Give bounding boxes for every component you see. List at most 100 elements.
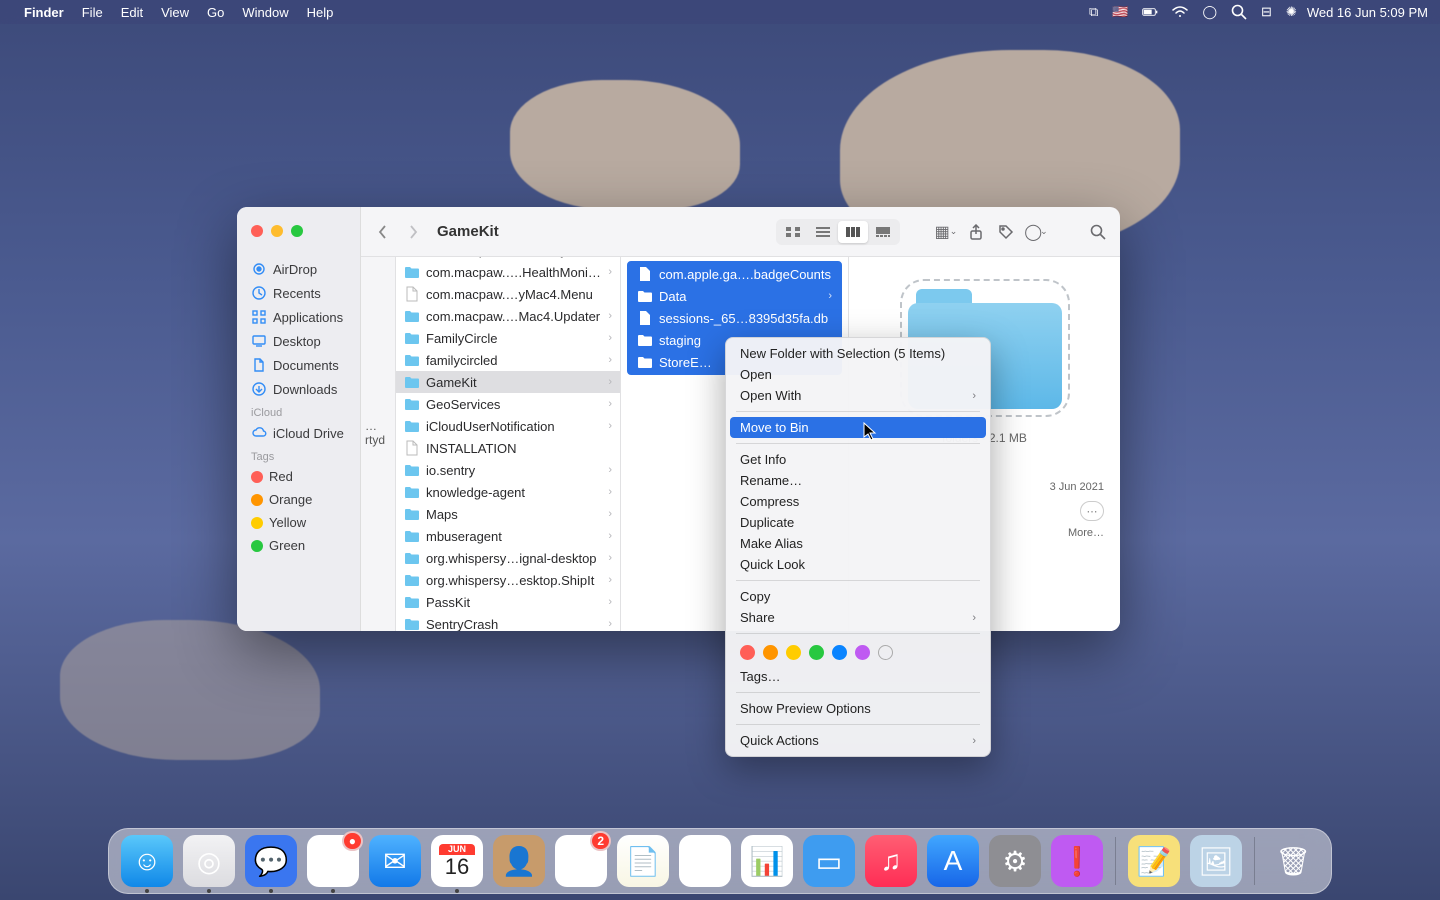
tag-color-dot[interactable] xyxy=(763,645,778,660)
file-row[interactable]: io.sentry› xyxy=(396,459,620,481)
sidebar-item-applications[interactable]: Applications xyxy=(237,305,360,329)
action-button[interactable]: ◯⌄ xyxy=(1024,220,1048,244)
tag-color-dot[interactable] xyxy=(809,645,824,660)
spotlight-icon[interactable] xyxy=(1231,4,1247,20)
sidebar-item-airdrop[interactable]: AirDrop xyxy=(237,257,360,281)
airplay-icon[interactable]: ⧉ xyxy=(1089,4,1098,20)
view-icons-button[interactable] xyxy=(778,221,808,243)
sidebar-tag-orange[interactable]: Orange xyxy=(237,488,360,511)
preview-more-button[interactable]: ⋯ xyxy=(1080,501,1104,521)
file-row[interactable]: mbuseragent› xyxy=(396,525,620,547)
file-row[interactable]: familycircled› xyxy=(396,349,620,371)
menu-item-new-folder-with-selection-5-items[interactable]: New Folder with Selection (5 Items) xyxy=(726,343,990,364)
file-row[interactable]: SentryCrash› xyxy=(396,613,620,631)
view-gallery-button[interactable] xyxy=(868,221,898,243)
menubar-edit[interactable]: Edit xyxy=(121,5,143,20)
menu-item-duplicate[interactable]: Duplicate xyxy=(726,512,990,533)
menu-item-open-with[interactable]: Open With› xyxy=(726,385,990,406)
control-center-icon[interactable]: ⊟ xyxy=(1261,4,1272,20)
preview-more-label[interactable]: More… xyxy=(1068,527,1104,539)
menubar-help[interactable]: Help xyxy=(307,5,334,20)
sidebar-item-documents[interactable]: Documents xyxy=(237,353,360,377)
menu-item-show-preview-options[interactable]: Show Preview Options xyxy=(726,698,990,719)
dock-item-pages[interactable]: ✎ xyxy=(679,835,731,887)
tag-color-none[interactable] xyxy=(878,645,893,660)
sidebar-item-downloads[interactable]: Downloads xyxy=(237,377,360,401)
dock-item-keynote[interactable]: ▭ xyxy=(803,835,855,887)
search-button[interactable] xyxy=(1086,220,1110,244)
sidebar-item-icloud-drive[interactable]: iCloud Drive xyxy=(237,421,360,445)
input-source-icon[interactable]: 🇺🇸 xyxy=(1112,4,1128,20)
menu-item-copy[interactable]: Copy xyxy=(726,586,990,607)
battery-icon[interactable] xyxy=(1142,4,1158,20)
cleanmymac-menubar-icon[interactable]: ✺ xyxy=(1286,4,1297,20)
dock-item-slack[interactable]: ✳● xyxy=(307,835,359,887)
window-minimize-button[interactable] xyxy=(271,225,283,237)
dock-item-trash[interactable]: 🗑 xyxy=(1267,835,1319,887)
menu-item-move-to-bin[interactable]: Move to Bin xyxy=(730,417,986,438)
menu-item-make-alias[interactable]: Make Alias xyxy=(726,533,990,554)
dock-item-safari[interactable]: ◎ xyxy=(183,835,235,887)
dock-item-notes[interactable]: 📄 xyxy=(617,835,669,887)
view-list-button[interactable] xyxy=(808,221,838,243)
dock-item-settings[interactable]: ⚙ xyxy=(989,835,1041,887)
menu-item-share[interactable]: Share› xyxy=(726,607,990,628)
file-row[interactable]: com.macpaw.…Mac4.Updater› xyxy=(396,305,620,327)
user-icon[interactable]: ◯ xyxy=(1202,4,1217,20)
dock-item-music[interactable]: ♫ xyxy=(865,835,917,887)
file-row[interactable]: Data› xyxy=(629,285,840,307)
menubar-clock[interactable]: Wed 16 Jun 5:09 PM xyxy=(1307,5,1428,20)
file-row[interactable]: PassKit› xyxy=(396,591,620,613)
menu-item-tags[interactable]: Tags… xyxy=(726,666,990,687)
menu-item-compress[interactable]: Compress xyxy=(726,491,990,512)
share-button[interactable] xyxy=(964,220,988,244)
tag-color-dot[interactable] xyxy=(832,645,847,660)
dock-item-mail[interactable]: ✉ xyxy=(369,835,421,887)
menubar-app-name[interactable]: Finder xyxy=(24,5,64,20)
forward-button[interactable] xyxy=(401,220,425,244)
file-row[interactable]: org.whispersy…ignal-desktop› xyxy=(396,547,620,569)
wifi-icon[interactable] xyxy=(1172,4,1188,20)
menu-item-quick-look[interactable]: Quick Look xyxy=(726,554,990,575)
window-close-button[interactable] xyxy=(251,225,263,237)
dock-item-calendar[interactable]: JUN16 xyxy=(431,835,483,887)
file-row[interactable]: com.macpaw.…yMac4.Menu xyxy=(396,283,620,305)
menubar-file[interactable]: File xyxy=(82,5,103,20)
dock-item-preview[interactable]: 🖼 xyxy=(1190,835,1242,887)
column-1[interactable]: com.macpaw.…cleanmymac4›com.macpaw.….Hea… xyxy=(396,257,621,631)
file-row[interactable]: org.whispersy…esktop.ShipIt› xyxy=(396,569,620,591)
dock-item-signal[interactable]: 💬 xyxy=(245,835,297,887)
tag-color-dot[interactable] xyxy=(786,645,801,660)
group-by-button[interactable]: ▦⌄ xyxy=(934,220,958,244)
sidebar-tag-red[interactable]: Red xyxy=(237,465,360,488)
tag-color-dot[interactable] xyxy=(855,645,870,660)
file-row[interactable]: FamilyCircle› xyxy=(396,327,620,349)
dock-item-reminders[interactable]: ≣2 xyxy=(555,835,607,887)
column-0[interactable]: …rtyd xyxy=(361,257,396,631)
menu-item-rename[interactable]: Rename… xyxy=(726,470,990,491)
column-0-truncated-item[interactable]: …rtyd xyxy=(361,417,395,449)
menu-item-quick-actions[interactable]: Quick Actions› xyxy=(726,730,990,751)
dock-item-stickies[interactable]: 📝 xyxy=(1128,835,1180,887)
menu-item-get-info[interactable]: Get Info xyxy=(726,449,990,470)
sidebar-item-recents[interactable]: Recents xyxy=(237,281,360,305)
menubar-window[interactable]: Window xyxy=(242,5,288,20)
file-row[interactable]: iCloudUserNotification› xyxy=(396,415,620,437)
window-zoom-button[interactable] xyxy=(291,225,303,237)
dock-item-appstore[interactable]: A xyxy=(927,835,979,887)
tag-color-dot[interactable] xyxy=(740,645,755,660)
sidebar-item-desktop[interactable]: Desktop xyxy=(237,329,360,353)
file-row[interactable]: com.apple.ga….badgeCounts xyxy=(629,263,840,285)
dock-item-contacts[interactable]: 👤 xyxy=(493,835,545,887)
dock-item-feedback[interactable]: ❗ xyxy=(1051,835,1103,887)
file-row[interactable]: GameKit› xyxy=(396,371,620,393)
file-row[interactable]: INSTALLATION xyxy=(396,437,620,459)
file-row[interactable]: GeoServices› xyxy=(396,393,620,415)
sidebar-tag-yellow[interactable]: Yellow xyxy=(237,511,360,534)
back-button[interactable] xyxy=(371,220,395,244)
file-row[interactable]: Maps› xyxy=(396,503,620,525)
menubar-go[interactable]: Go xyxy=(207,5,224,20)
menubar-view[interactable]: View xyxy=(161,5,189,20)
sidebar-tag-green[interactable]: Green xyxy=(237,534,360,557)
dock-item-finder[interactable]: ☺ xyxy=(121,835,173,887)
